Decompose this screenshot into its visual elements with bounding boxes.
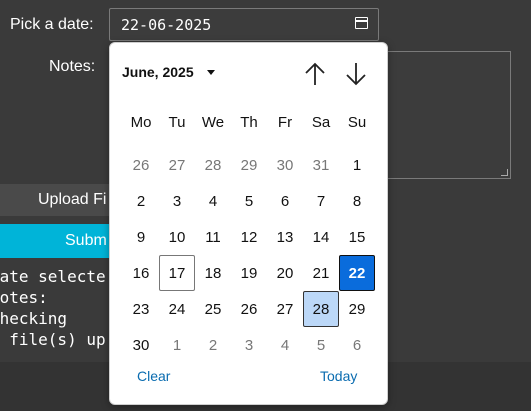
notes-textarea[interactable] [381, 51, 511, 179]
day-cell[interactable]: 4 [195, 183, 231, 219]
output-line: Date selecte [0, 267, 106, 286]
hovered-day-cell[interactable]: 28 [303, 291, 339, 327]
month-year-selector[interactable]: June, 2025 [122, 64, 194, 80]
day-cell[interactable]: 4 [267, 327, 303, 363]
arrow-down-icon [346, 63, 366, 86]
day-cell[interactable]: 27 [267, 291, 303, 327]
day-cell[interactable]: 16 [123, 255, 159, 291]
calendar-icon[interactable] [355, 17, 368, 29]
day-cell[interactable]: 1 [339, 147, 375, 183]
resize-handle-icon[interactable] [501, 169, 508, 176]
day-cell[interactable]: 14 [303, 219, 339, 255]
day-cell[interactable]: 18 [195, 255, 231, 291]
date-value: 22-06-2025 [121, 16, 212, 34]
day-cell[interactable]: 24 [159, 291, 195, 327]
day-cell[interactable]: 30 [123, 327, 159, 363]
calendar-grid: Mo Tu We Th Fr Sa Su 26 27 28 29 30 31 1 2 3 4 5 6 7 8 9 10 11 1… [123, 111, 375, 363]
day-cell[interactable]: 8 [339, 183, 375, 219]
previous-month-button[interactable] [303, 61, 327, 87]
weekday-label: Sa [311, 113, 331, 131]
calendar-week-row: 9 10 11 12 13 14 15 [123, 219, 375, 255]
today-button[interactable]: Today [320, 368, 357, 384]
day-cell[interactable]: 10 [159, 219, 195, 255]
day-cell[interactable]: 2 [195, 327, 231, 363]
day-cell[interactable]: 26 [231, 291, 267, 327]
next-month-button[interactable] [344, 61, 368, 87]
day-cell[interactable]: 28 [195, 147, 231, 183]
weekday-label: Su [347, 113, 367, 131]
selected-day-cell[interactable]: 22 [339, 255, 375, 291]
day-cell[interactable]: 31 [303, 147, 339, 183]
day-cell[interactable]: 25 [195, 291, 231, 327]
clear-button[interactable]: Clear [137, 368, 170, 384]
calendar-week-row: 30 1 2 3 4 5 6 [123, 327, 375, 363]
weekday-label: Tu [168, 113, 186, 131]
date-label: Pick a date: [10, 16, 94, 33]
day-cell[interactable]: 7 [303, 183, 339, 219]
date-picker-popup: June, 2025 Mo Tu We Th Fr Sa Su 26 27 28 29 30 31 1 2 3… [109, 42, 388, 405]
output-line: Checking [0, 309, 68, 328]
weekday-label: Th [240, 113, 258, 131]
day-cell[interactable]: 15 [339, 219, 375, 255]
day-cell[interactable]: 6 [267, 183, 303, 219]
day-cell[interactable]: 23 [123, 291, 159, 327]
day-cell[interactable]: 9 [123, 219, 159, 255]
day-cell[interactable]: 27 [159, 147, 195, 183]
day-cell[interactable]: 21 [303, 255, 339, 291]
calendar-week-row: 16 17 18 19 20 21 22 [123, 255, 375, 291]
day-cell[interactable]: 11 [195, 219, 231, 255]
day-cell[interactable]: 29 [339, 291, 375, 327]
day-cell[interactable]: 29 [231, 147, 267, 183]
day-cell[interactable]: 1 [159, 327, 195, 363]
arrow-up-icon [305, 62, 325, 85]
day-cell[interactable]: 19 [231, 255, 267, 291]
today-day-cell[interactable]: 17 [159, 255, 195, 291]
calendar-week-row: 2345678 [123, 183, 375, 219]
submit-button-label: Subm [65, 232, 107, 249]
weekday-header-row: Mo Tu We Th Fr Sa Su [123, 111, 375, 133]
day-cell[interactable]: 13 [267, 219, 303, 255]
weekday-label: Mo [130, 113, 152, 131]
calendar-week-row: 26 27 28 29 30 31 1 [123, 147, 375, 183]
day-cell[interactable]: 12 [231, 219, 267, 255]
day-cell[interactable]: 3 [231, 327, 267, 363]
day-cell[interactable]: 6 [339, 327, 375, 363]
date-input[interactable]: 22-06-2025 [109, 8, 379, 41]
weekday-label: Fr [277, 113, 293, 131]
calendar-week-row: 23 24 25 26 27 28 29 [123, 291, 375, 327]
day-cell[interactable]: 5 [303, 327, 339, 363]
day-cell[interactable]: 30 [267, 147, 303, 183]
day-cell[interactable]: 2 [123, 183, 159, 219]
day-cell[interactable]: 26 [123, 147, 159, 183]
output-line: Notes: [0, 288, 48, 307]
output-text: Date selecte Notes: Checking 1 file(s) up [0, 266, 106, 350]
day-cell[interactable]: 3 [159, 183, 195, 219]
upload-button-label: Upload Fi [38, 191, 107, 208]
weekday-label: We [201, 113, 225, 131]
notes-label: Notes: [49, 58, 96, 75]
caret-down-icon[interactable] [207, 70, 215, 75]
day-cell[interactable]: 20 [267, 255, 303, 291]
output-line: 1 file(s) up [0, 330, 106, 349]
day-cell[interactable]: 5 [231, 183, 267, 219]
